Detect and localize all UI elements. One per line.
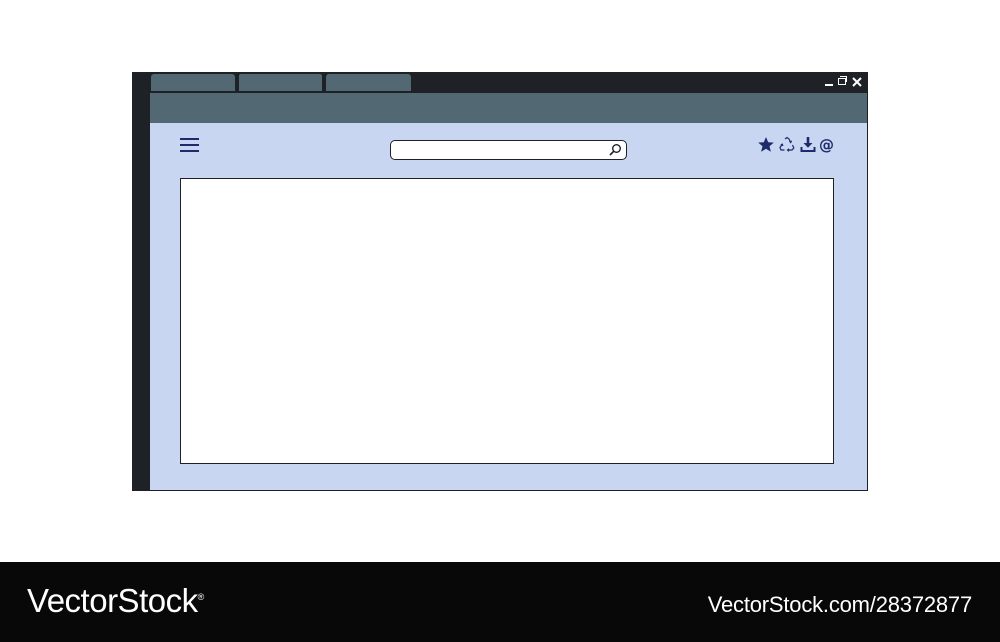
tab-2-active[interactable]: [238, 73, 323, 93]
minimize-icon[interactable]: [823, 75, 835, 89]
image-reference: VectorStock.com/28372877: [707, 592, 972, 617]
restore-icon[interactable]: [836, 75, 848, 89]
toolbar-actions: @: [757, 135, 837, 155]
title-bar: [150, 73, 867, 93]
window-left-rail: [133, 73, 150, 490]
brand-name: VectorStock: [27, 582, 198, 619]
toolbar: [150, 91, 867, 123]
page-content-area[interactable]: [180, 178, 834, 464]
star-icon[interactable]: [757, 135, 775, 155]
close-icon[interactable]: [851, 75, 863, 89]
search-icon[interactable]: [608, 143, 622, 157]
search-input[interactable]: [395, 142, 605, 157]
brand-logo: VectorStock®: [27, 582, 204, 620]
at-sign-icon[interactable]: @: [819, 135, 837, 155]
browser-window: @: [132, 72, 868, 491]
tab-3[interactable]: [326, 74, 411, 91]
tab-1[interactable]: [151, 74, 235, 91]
recycle-icon[interactable]: [778, 135, 796, 155]
watermark-bar: VectorStock® VectorStock.com/28372877: [0, 562, 1000, 642]
download-icon[interactable]: [799, 135, 817, 155]
registered-mark: ®: [197, 592, 205, 602]
hamburger-menu-icon[interactable]: [180, 137, 199, 153]
search-bar[interactable]: [390, 140, 627, 160]
